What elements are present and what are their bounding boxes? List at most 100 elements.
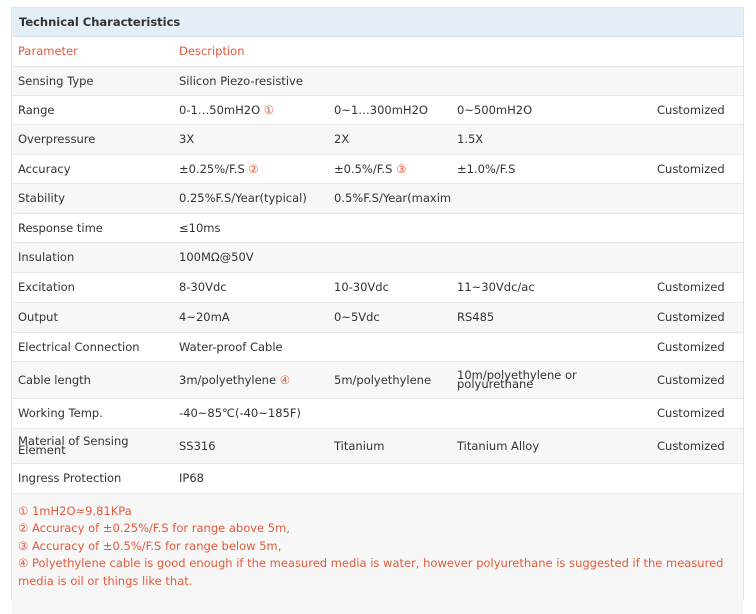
value-cell-3: 1.5X [451,124,651,155]
value-cell-2: 0~5Vdc [328,302,451,333]
value-cell-4 [651,213,743,243]
table-row: Response time ≤10ms [12,213,743,243]
param-cell-text: Overpressure [18,132,96,146]
value-cell-3: RS485 [451,302,651,333]
value-cell-2-text: ±0.5%/F.S [334,161,397,176]
table-row: Ingress Protection IP68 [12,463,743,494]
value-cell-2 [328,398,451,429]
param-cell-text: Range [18,102,55,117]
param-cell-text: Sensing Type [18,73,94,88]
value-cell-3 [451,66,651,96]
value-cell-1: 8-30Vdc [173,272,328,303]
value-cell-1-text: SS316 [179,438,216,453]
value-cell-1-text: 0.25%F.S/Year(typical) [179,191,307,205]
param-cell: Overpressure [12,124,173,155]
panel-title: Technical Characteristics [12,8,743,37]
value-cell-3-text: 10m/polyethylene or polyurethane [457,367,577,391]
tech-characteristics-panel: Technical Characteristics Parameter Desc… [11,7,744,614]
value-cell-4 [651,242,743,273]
value-cell-1: Water-proof Cable [173,332,328,362]
value-cell-4-text: Customized [657,339,725,354]
param-cell: Cable length [12,361,173,399]
param-cell: Material of Sensing Element [12,428,173,464]
table-row: Stability 0.25%F.S/Year(typical) 0.5%F.S/Y… [12,183,743,214]
value-cell-4 [651,183,743,214]
value-cell-2-text: 5m/polyethylene [334,372,432,387]
value-cell-2 [328,66,451,96]
value-cell-4: Customized [651,361,743,399]
value-cell-3-text: 11~30Vdc/ac [457,280,535,294]
param-cell: Stability [12,183,173,214]
value-cell-4: Customized [651,154,743,184]
value-cell-1-text: ≤10ms [179,220,221,235]
param-cell: Ingress Protection [12,463,173,494]
param-cell-text: Output [18,310,58,324]
value-cell-2 [328,332,451,362]
value-cell-4 [651,124,743,155]
value-cell-4: Customized [651,332,743,362]
value-cell-1: 0.25%F.S/Year(typical) [173,183,328,214]
value-cell-3-text: RS485 [457,310,495,324]
value-cell-3: Titanium Alloy [451,428,651,464]
param-cell-text: Electrical Connection [18,339,140,354]
param-cell: Accuracy [12,154,173,184]
param-cell-text: Material of Sensing Element [18,433,129,457]
value-cell-4-text: Customized [657,438,725,453]
table-row: Insulation 100MΩ@50V [12,242,743,273]
param-cell: Range [12,95,173,125]
value-cell-3-text: Titanium Alloy [457,438,540,453]
footnote-marker: ④ [279,372,291,387]
value-cell-1: 4~20mA [173,302,328,333]
footnote: ② Accuracy of ±0.25%/F.S for range above… [18,521,290,535]
value-cell-3 [451,398,651,429]
param-cell-text: Accuracy [18,161,71,176]
header-description: Description [173,37,743,67]
value-cell-1-text: 4~20mA [179,310,230,324]
table-row: Excitation 8-30Vdc 10-30Vdc 11~30Vdc/ac Cust… [12,272,743,303]
value-cell-4-text: Customized [657,372,725,387]
param-cell: Working Temp. [12,398,173,429]
param-cell: Electrical Connection [12,332,173,362]
value-cell-1-text: 0-1…50mH2O [179,102,264,117]
value-cell-4: Customized [651,272,743,303]
table-row: Electrical Connection Water-proof Cable Cu… [12,332,743,362]
table-row: Material of Sensing Element SS316 Titanium… [12,428,743,464]
value-cell-4 [651,463,743,494]
value-cell-4: Customized [651,302,743,333]
header-parameter: Parameter [12,37,173,67]
value-cell-4-text: Customized [657,310,725,324]
value-cell-1-text: ±0.25%/F.S [179,161,249,176]
table-row: Overpressure 3X 2X 1.5X [12,124,743,155]
value-cell-2: 10-30Vdc [328,272,451,303]
param-cell: Insulation [12,242,173,273]
table-row: Accuracy ±0.25%/F.S ② ±0.5%/F.S ③ ±1.0%/F.S… [12,154,743,184]
value-cell-4-text: Customized [657,280,725,294]
value-cell-3: 0~500mH2O [451,95,651,125]
value-cell-2-text: 0.5%F.S/Year(maximum) [334,191,451,205]
param-cell-text: Cable length [18,372,91,387]
value-cell-2: 5m/polyethylene [328,361,451,399]
value-cell-4: Customized [651,398,743,429]
table-row: Range 0-1…50mH2O ① 0~1…300mH2O 0~500mH2O Cus… [12,95,743,125]
param-cell-text: Ingress Protection [18,471,122,485]
value-cell-1-text: 3X [179,132,195,146]
value-cell-1: ≤10ms [173,213,328,243]
value-cell-3 [451,213,651,243]
param-cell: Output [12,302,173,333]
value-cell-4-text: Customized [657,102,725,117]
value-cell-2: 2X [328,124,451,155]
table-header-row: Parameter Description [12,37,743,67]
value-cell-2: Titanium [328,428,451,464]
value-cell-1: -40~85℃(-40~185F) [173,398,328,429]
footnote-marker: ③ [396,161,407,176]
value-cell-3-text: ±1.0%/F.S [457,161,516,176]
spec-table: Parameter Description Sensing Type Silico… [12,37,743,494]
footnote: ③ Accuracy of ±0.5%/F.S for range below … [18,538,282,553]
value-cell-3-text: 1.5X [457,132,484,146]
value-cell-3-text: 0~500mH2O [457,102,533,117]
table-row: Working Temp. -40~85℃(-40~185F) Customized [12,398,743,429]
param-cell-text: Response time [18,220,103,235]
value-cell-3: 11~30Vdc/ac [451,272,651,303]
value-cell-2-text: Titanium [334,438,385,453]
table-row: Output 4~20mA 0~5Vdc RS485 Customized [12,302,743,333]
